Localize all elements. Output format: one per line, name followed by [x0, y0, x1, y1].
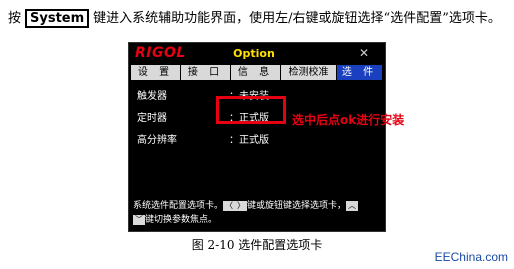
tab-info[interactable]: 信 息	[231, 65, 280, 80]
down-arrow-icon: ﹀	[133, 214, 145, 225]
option-label: 高分辨率	[137, 135, 177, 146]
option-row-high-resolution[interactable]: 高分辨率 ：正式版	[129, 127, 385, 149]
system-key-label: System	[25, 9, 90, 28]
highlight-box	[216, 96, 286, 124]
menu-title: Option	[233, 47, 275, 60]
up-arrow-icon: ︿	[346, 200, 359, 211]
left-arrow-icon: 〈	[223, 200, 236, 211]
tab-calibration[interactable]: 检测校准	[281, 65, 336, 80]
title-bar: RIGOL Option ✕	[129, 43, 385, 63]
status-icon: ✕	[359, 46, 370, 60]
instruction-suffix: 键进入系统辅助功能界面，使用左/右键或旋钮选择“选件配置”选项卡。	[93, 11, 501, 26]
tab-bar: 设 置 接 口 信 息 检测校准 选 件	[131, 65, 383, 80]
option-label: 定时器	[137, 113, 167, 124]
help-text-part: 键或旋钮键选择选项卡，	[247, 201, 347, 211]
tab-interface[interactable]: 接 口	[181, 65, 230, 80]
help-text-part: 系统选件配置选项卡。	[133, 201, 224, 211]
instrument-screen: RIGOL Option ✕ 设 置 接 口 信 息 检测校准 选 件 触发器 …	[128, 42, 386, 232]
right-arrow-icon: 〉	[235, 200, 248, 211]
instruction-prefix: 按	[8, 11, 22, 26]
help-text-part: 键切换参数焦点。	[145, 215, 218, 225]
annotation-text: 选中后点ok进行安装	[292, 113, 405, 127]
instruction-text: 按 System 键进入系统辅助功能界面，使用左/右键或旋钮选择“选件配置”选项卡。	[8, 9, 508, 28]
option-value: ：正式版	[229, 135, 269, 146]
rigol-logo: RIGOL	[135, 45, 186, 61]
tab-settings[interactable]: 设 置	[131, 65, 180, 80]
watermark: EEChina.com	[434, 250, 508, 264]
option-label: 触发器	[137, 91, 167, 102]
tab-options[interactable]: 选 件	[337, 65, 382, 80]
help-text: 系统选件配置选项卡。〈〉键或旋钮键选择选项卡， ︿ ﹀ 键切换参数焦点。	[133, 199, 383, 227]
